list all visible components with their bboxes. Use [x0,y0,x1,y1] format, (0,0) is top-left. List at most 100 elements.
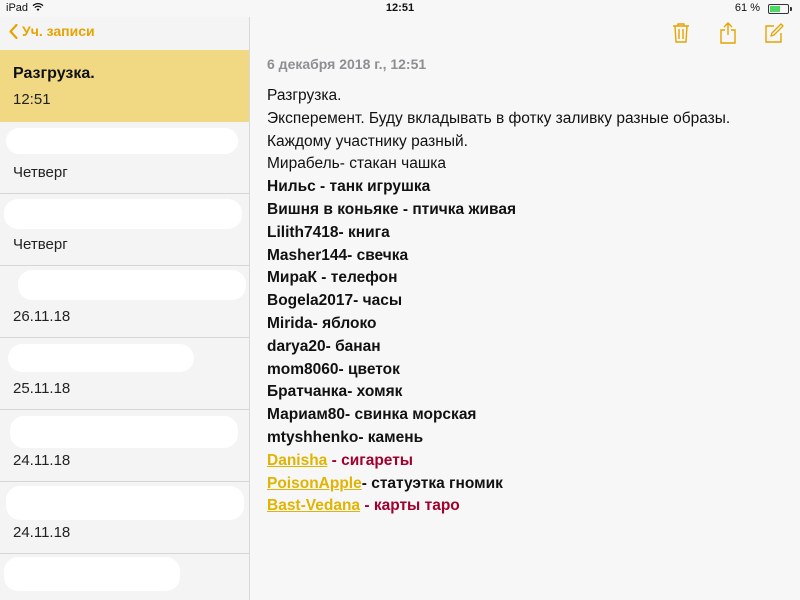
participant-nick: PoisonApple [267,474,362,492]
note-item[interactable]: 26.11.18 [0,266,249,338]
participant-entry: Мариам80- свинка морская [267,404,792,427]
note-date: Четверг [13,236,68,253]
entry-separator: - [338,223,348,241]
chevron-left-icon [9,23,18,39]
back-button[interactable]: Уч. записи [9,23,95,39]
notes-sidebar: Уч. записи Разгрузка. 12:51 Четверг Четв… [0,17,250,600]
participant-entry: Bogela2017- часы [267,290,792,313]
note-item-selected[interactable]: Разгрузка. 12:51 [0,50,249,122]
participant-gift: хомяк [356,383,403,401]
note-date: 24.11.18 [13,524,71,541]
participant-entry: mtyshhenko- камень [267,427,792,450]
participant-gift: сигареты [341,451,414,469]
participant-nick: МираК [267,269,317,287]
participant-gift: стакан чашка [349,155,446,173]
participant-entry: Вишня в коньяке - птичка живая [267,199,792,222]
note-content[interactable]: 6 декабря 2018 г., 12:51 Разгрузка. Эксп… [267,56,792,518]
clock: 12:51 [385,2,415,14]
participant-nick: Bast-Vedana [267,497,361,515]
participant-list: Мирабель- стакан чашка Нильс - танк игруш… [267,153,792,518]
participant-nick: mom8060 [267,360,339,378]
participant-nick: darya20 [267,337,326,355]
note-toolbar [250,17,800,50]
participant-entry: darya20- банан [267,336,792,359]
participant-gift: часы [362,292,403,310]
note-item[interactable]: Четверг [0,122,249,194]
entry-separator: - [347,383,357,401]
redaction-mark [6,486,244,520]
entry-separator: - [339,155,350,173]
participant-entry: Masher144- свечка [267,245,792,268]
entry-separator: - [353,292,363,310]
note-item[interactable]: 25.11.18 [0,338,249,410]
note-heading: Разгрузка. [267,87,342,104]
participant-nick: mtyshhenko [267,428,359,446]
note-date: 24.11.18 [13,452,71,469]
participant-nick: Masher144 [267,246,348,264]
entry-separator: - [315,178,330,196]
entry-separator: - [338,360,348,378]
participant-nick: Мирабель [267,155,340,173]
participant-gift: цветок [347,360,400,378]
participant-entry: PoisonApple- статуэтка гномик [267,473,792,496]
entry-separator: - [327,451,342,469]
redaction-mark [18,270,246,300]
note-date: 26.11.18 [13,308,71,325]
participant-entry: mom8060- цветок [267,359,792,382]
participant-gift: телефон [330,269,398,287]
entry-separator: - [312,314,323,332]
entry-separator: - [347,246,357,264]
redaction-mark [8,344,194,372]
redaction-mark [4,557,180,591]
participant-entry: Нильс - танк игрушка [267,176,792,199]
share-icon[interactable] [718,22,740,44]
participant-gift: свечка [356,246,409,264]
participant-entry: Мирабель- стакан чашка [267,153,792,176]
participant-gift: статуэтка гномик [371,474,503,492]
participant-nick: Мариам80 [267,406,346,424]
participant-nick: Братчанка [267,383,348,401]
participant-entry: Bast-Vedana - карты таро [267,495,792,518]
participant-gift: камень [367,428,424,446]
participant-gift: танк игрушка [329,178,431,196]
participant-gift: книга [347,223,390,241]
note-item[interactable]: 24.11.18 [0,410,249,482]
compose-icon[interactable] [763,22,785,44]
participant-entry: Mirida- яблоко [267,313,792,336]
back-button-label: Уч. записи [22,23,95,39]
participant-gift: птичка живая [412,200,516,218]
participant-entry: Братчанка- хомяк [267,381,792,404]
note-intro: Эксперемент. Буду вкладывать в фотку зал… [267,109,731,150]
participant-gift: яблоко [322,314,377,332]
entry-separator: - [358,428,368,446]
participant-gift: карты таро [373,497,460,515]
participant-nick: Вишня в коньяке [267,200,399,218]
participant-nick: Mirida [267,314,313,332]
participant-entry: Lilith7418- книга [267,222,792,245]
redaction-mark [4,199,242,229]
participant-nick: Bogela2017 [267,292,354,310]
entry-separator: - [361,474,372,492]
note-item[interactable]: Четверг [0,194,249,266]
participant-nick: Lilith7418 [267,223,339,241]
note-date: 12:51 [13,91,51,108]
note-timestamp: 6 декабря 2018 г., 12:51 [267,56,427,72]
participant-gift: банан [335,337,381,355]
redaction-mark [10,416,238,448]
entry-separator: - [360,497,374,515]
trash-icon[interactable] [671,22,693,44]
battery-percent: 61 % [734,2,760,14]
entry-separator: - [325,337,336,355]
participant-nick: Нильс [267,178,316,196]
entry-separator: - [398,200,413,218]
note-item[interactable]: 24.11.18 [0,482,249,554]
participant-nick: Danisha [267,451,328,469]
entry-separator: - [317,269,331,287]
note-title: Разгрузка. [13,65,95,82]
participant-gift: свинка морская [354,406,477,424]
participant-entry: МираК - телефон [267,267,792,290]
battery-icon [768,4,792,14]
status-bar: iPad 12:51 61 % [0,0,800,17]
redaction-mark [6,128,238,154]
note-date: 25.11.18 [13,380,71,397]
